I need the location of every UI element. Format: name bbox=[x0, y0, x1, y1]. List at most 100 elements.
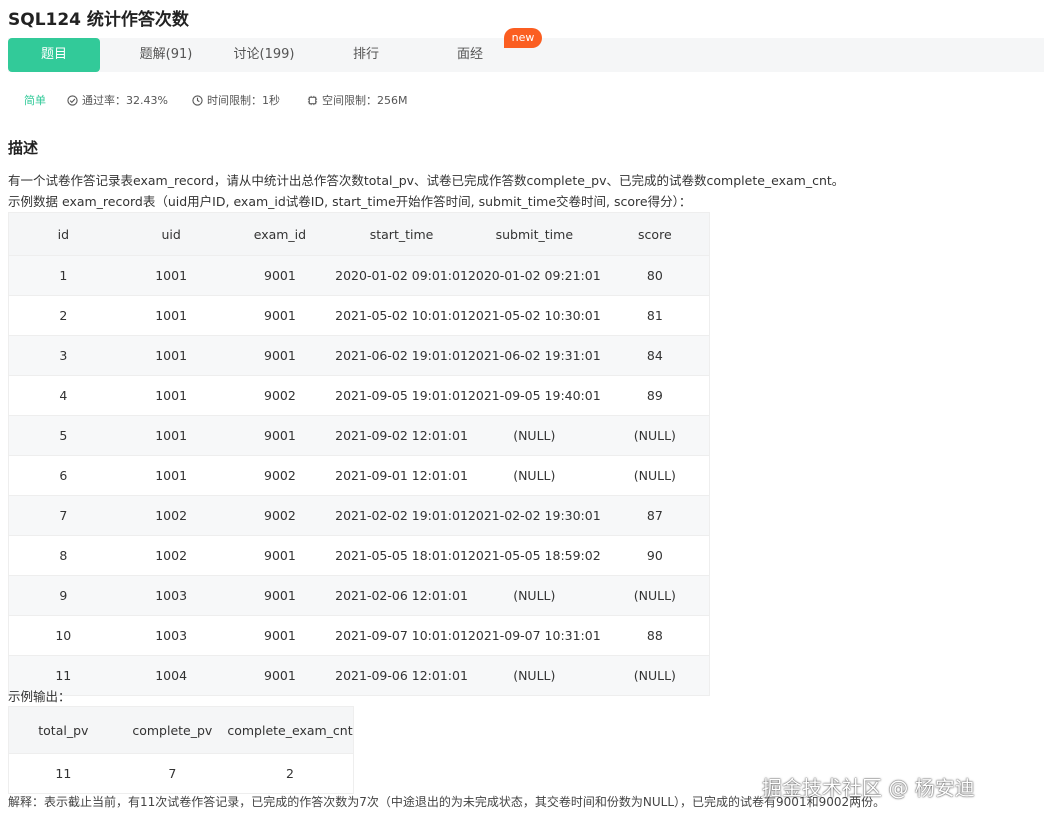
table-row: 7 1002 9002 2021-02-02 19:01:01 2021-02-02 1… bbox=[8, 495, 710, 536]
table-cell: 2021-02-06 12:01:01 bbox=[335, 575, 468, 616]
table-cell: (NULL) bbox=[600, 575, 710, 616]
description-line-1: 有一个试卷作答记录表exam_record，请从中统计出总作答次数total_p… bbox=[8, 173, 845, 188]
table-cell: 9002 bbox=[224, 375, 336, 416]
explanation-text: 解释：表示截止当前，有11次试卷作答记录，已完成的作答次数为7次（中途退出的为未… bbox=[8, 795, 886, 809]
column-header: id bbox=[8, 212, 118, 256]
table-cell: 80 bbox=[600, 255, 710, 296]
table-cell: 88 bbox=[600, 615, 710, 656]
table-row: 9 1003 9001 2021-02-06 12:01:01 (NULL) (NULL) bbox=[8, 575, 710, 616]
table-cell: 9 bbox=[8, 575, 118, 616]
space-limit: 空间限制：256M bbox=[307, 92, 408, 108]
table-row: 11 1004 9001 2021-09-06 12:01:01 (NULL) (NULL… bbox=[8, 655, 710, 696]
table-cell: 1002 bbox=[117, 495, 225, 536]
column-header: exam_id bbox=[224, 212, 336, 256]
table-cell: 1 bbox=[8, 255, 118, 296]
table-cell: 9002 bbox=[224, 455, 336, 496]
difficulty-label: 简单 bbox=[24, 92, 46, 108]
table-cell: 2021-09-05 19:01:01 bbox=[335, 375, 468, 416]
example-input-table: id uid exam_id start_time submit_time sc… bbox=[8, 212, 710, 696]
watermark-text: 掘金技术社区 @ 杨安迪 bbox=[762, 776, 975, 800]
table-cell: 2021-02-02 19:01:01 bbox=[335, 495, 468, 536]
table-cell: 4 bbox=[8, 375, 118, 416]
table-cell: 2021-05-05 18:59:02 bbox=[467, 535, 601, 576]
table-cell: (NULL) bbox=[467, 415, 601, 456]
table-cell: 3 bbox=[8, 335, 118, 376]
table-cell: 2020-01-02 09:01:01 bbox=[335, 255, 468, 296]
example-output-table: total_pv complete_pv complete_exam_cnt 1… bbox=[8, 706, 354, 794]
table-cell: 2021-09-01 12:01:01 bbox=[335, 455, 468, 496]
table-cell: 1001 bbox=[117, 375, 225, 416]
tab-ranking[interactable]: 排行 bbox=[338, 38, 394, 72]
table-cell: 2021-05-02 10:01:01 bbox=[335, 295, 468, 336]
time-limit-text: 时间限制：1秒 bbox=[207, 94, 280, 107]
table-cell: 2021-09-07 10:31:01 bbox=[467, 615, 601, 656]
table-cell: 1004 bbox=[117, 655, 225, 696]
description-line-2: 示例数据 exam_record表（uid用户ID, exam_id试卷ID, … bbox=[8, 194, 692, 209]
table-cell: 2021-09-02 12:01:01 bbox=[335, 415, 468, 456]
difficulty-text: 简单 bbox=[24, 94, 46, 107]
table-cell: 11 bbox=[8, 753, 118, 794]
column-header: complete_pv bbox=[117, 706, 227, 754]
table-cell: 2 bbox=[227, 753, 354, 794]
pass-rate-text: 通过率：32.43% bbox=[82, 94, 168, 107]
table-cell: 2021-09-05 19:40:01 bbox=[467, 375, 601, 416]
space-limit-text: 空间限制：256M bbox=[322, 94, 408, 107]
table-cell: (NULL) bbox=[467, 455, 601, 496]
table-cell: 1003 bbox=[117, 615, 225, 656]
table-cell: 89 bbox=[600, 375, 710, 416]
table-cell: 2021-05-02 10:30:01 bbox=[467, 295, 601, 336]
table-cell: 81 bbox=[600, 295, 710, 336]
table-header-row: total_pv complete_pv complete_exam_cnt bbox=[8, 706, 354, 754]
table-cell: 9001 bbox=[224, 535, 336, 576]
column-header: start_time bbox=[335, 212, 468, 256]
table-row: 11 7 2 bbox=[8, 753, 354, 794]
table-cell: 9001 bbox=[224, 335, 336, 376]
table-cell: 6 bbox=[8, 455, 118, 496]
table-row: 4 1001 9002 2021-09-05 19:01:01 2021-09-05 1… bbox=[8, 375, 710, 416]
tab-problem[interactable]: 题目 bbox=[8, 38, 100, 72]
table-cell: 9001 bbox=[224, 615, 336, 656]
table-cell: (NULL) bbox=[467, 655, 601, 696]
table-row: 1 1001 9001 2020-01-02 09:01:01 2020-01-02 0… bbox=[8, 255, 710, 296]
table-cell: 5 bbox=[8, 415, 118, 456]
time-limit: 时间限制：1秒 bbox=[192, 92, 280, 108]
table-cell: 9001 bbox=[224, 295, 336, 336]
table-cell: (NULL) bbox=[467, 575, 601, 616]
table-cell: 90 bbox=[600, 535, 710, 576]
chip-icon bbox=[307, 95, 318, 105]
table-row: 10 1003 9001 2021-09-07 10:01:01 2021-09-07 … bbox=[8, 615, 710, 656]
table-cell: 9001 bbox=[224, 655, 336, 696]
column-header: submit_time bbox=[467, 212, 601, 256]
pass-rate: 通过率：32.43% bbox=[67, 92, 168, 108]
page-title: SQL124 统计作答次数 bbox=[8, 10, 189, 30]
table-cell: 2 bbox=[8, 295, 118, 336]
column-header: complete_exam_cnt bbox=[227, 706, 354, 754]
tab-discussion[interactable]: 讨论(199) bbox=[224, 38, 304, 72]
table-cell: 2021-09-07 10:01:01 bbox=[335, 615, 468, 656]
example-output-label: 示例输出： bbox=[8, 689, 71, 704]
table-cell: 84 bbox=[600, 335, 710, 376]
column-header: score bbox=[600, 212, 710, 256]
table-row: 3 1001 9001 2021-06-02 19:01:01 2021-06-02 1… bbox=[8, 335, 710, 376]
table-cell: 2021-06-02 19:01:01 bbox=[335, 335, 468, 376]
table-row: 5 1001 9001 2021-09-02 12:01:01 (NULL) (NULL) bbox=[8, 415, 710, 456]
table-cell: (NULL) bbox=[600, 415, 710, 456]
table-cell: 1001 bbox=[117, 295, 225, 336]
table-cell: 1001 bbox=[117, 455, 225, 496]
table-cell: 9001 bbox=[224, 415, 336, 456]
table-cell: 9001 bbox=[224, 255, 336, 296]
table-cell: 1003 bbox=[117, 575, 225, 616]
description-heading: 描述 bbox=[8, 139, 39, 157]
table-cell: 9002 bbox=[224, 495, 336, 536]
tab-interview[interactable]: 面经 bbox=[440, 38, 500, 72]
tab-solutions[interactable]: 题解(91) bbox=[124, 38, 208, 72]
table-cell: 8 bbox=[8, 535, 118, 576]
table-cell: 1001 bbox=[117, 335, 225, 376]
table-cell: 2021-09-06 12:01:01 bbox=[335, 655, 468, 696]
table-cell: 1001 bbox=[117, 415, 225, 456]
table-cell: 7 bbox=[117, 753, 227, 794]
column-header: total_pv bbox=[8, 706, 118, 754]
table-row: 8 1002 9001 2021-05-05 18:01:01 2021-05-05 1… bbox=[8, 535, 710, 576]
table-header-row: id uid exam_id start_time submit_time sc… bbox=[8, 212, 710, 256]
table-cell: 2021-05-05 18:01:01 bbox=[335, 535, 468, 576]
